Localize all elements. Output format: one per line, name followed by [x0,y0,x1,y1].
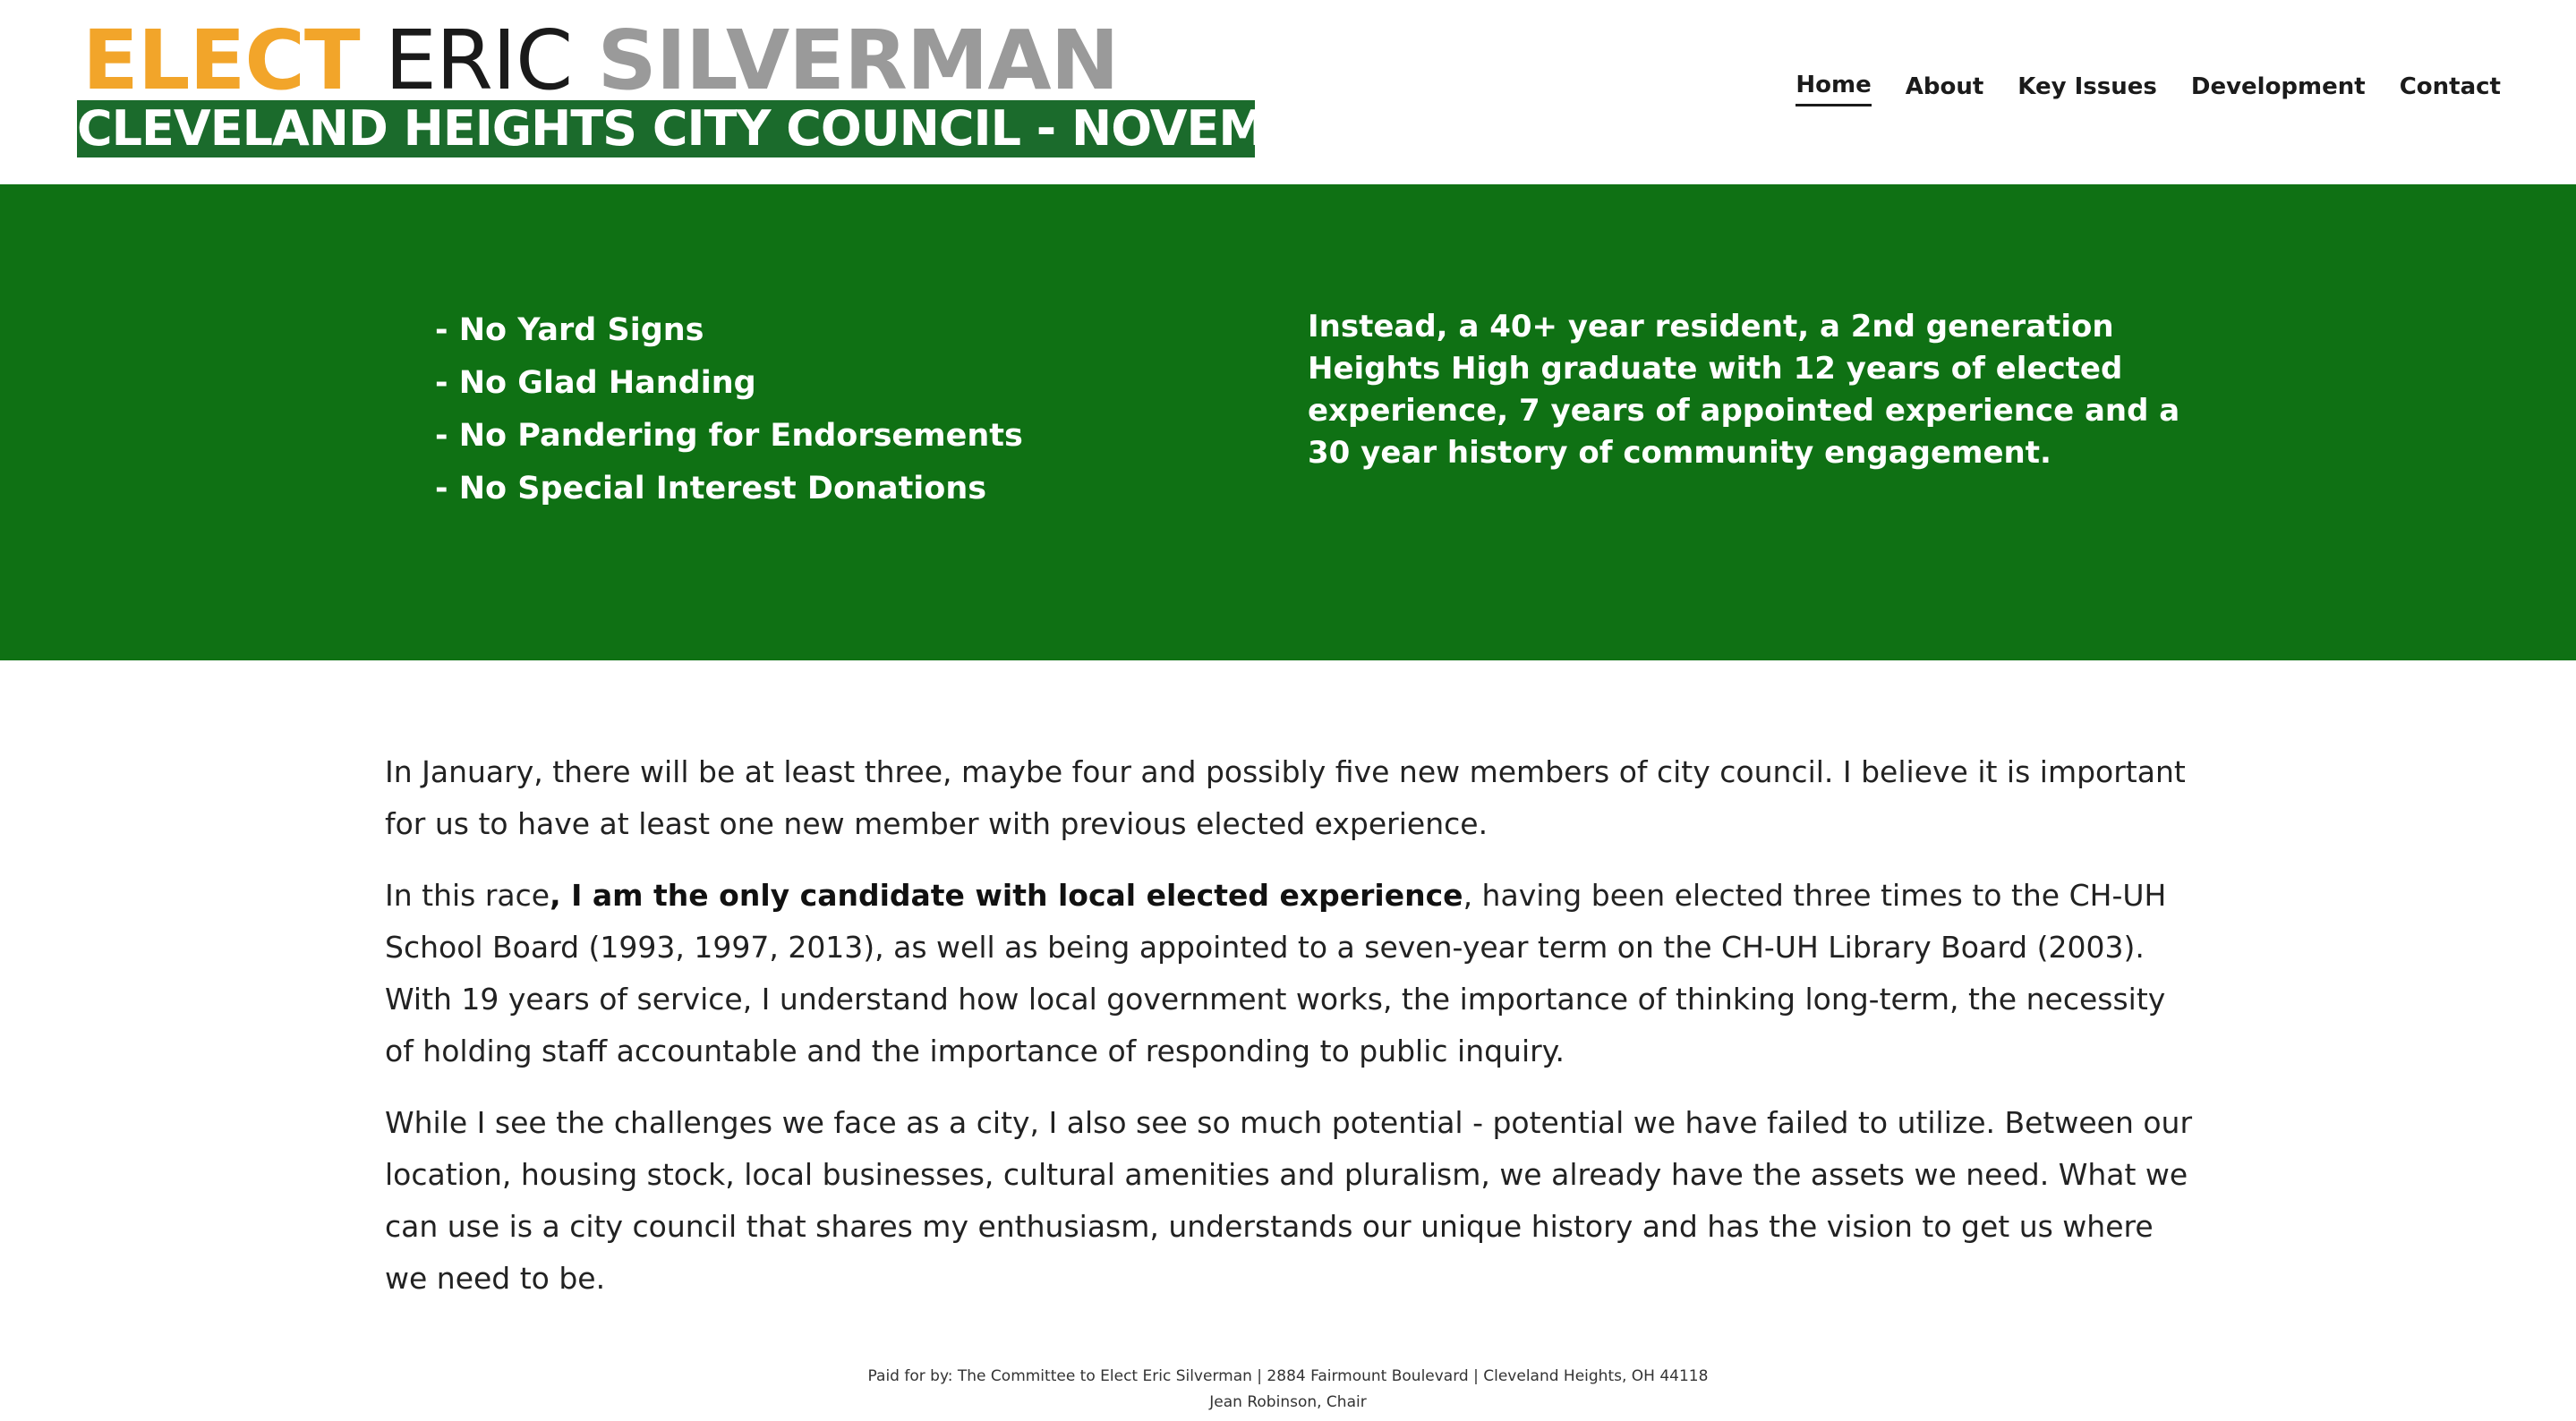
hero-list-item: - No Pandering for Endorsements [435,418,1023,454]
paragraph-experience-highlight: , I am the only candidate with local ele… [550,878,1463,913]
hero-band: - No Yard Signs - No Glad Handing - No P… [0,184,2576,660]
hero-list-item: - No Special Interest Donations [435,471,987,506]
main-nav: Home About Key Issues Development Contac… [1796,72,2501,106]
site-footer: Paid for by: The Committee to Elect Eric… [0,1364,2576,1416]
main-content: In January, there will be at least three… [385,746,2193,1324]
nav-item-development[interactable]: Development [2191,73,2366,106]
hero-no-list: - No Yard Signs - No Glad Handing - No P… [435,304,1023,515]
paragraph-intro: In January, there will be at least three… [385,754,2186,841]
logo-eric-text: ERIC [384,13,573,108]
logo-elect-text: ELECT [82,13,361,108]
site-header: ELECT ERIC SILVERMAN CLEVELAND HEIGHTS C… [0,0,2576,184]
logo-silverman-text: SILVERMAN [597,13,1120,108]
paragraph-experience: In this race, I am the only candidate wi… [385,870,2193,1077]
nav-item-home[interactable]: Home [1796,72,1872,106]
hero-statement: Instead, a 40+ year resident, a 2nd gene… [1308,309,2180,471]
logo-title: ELECT ERIC SILVERMAN [82,13,1120,108]
paragraph-vision: While I see the challenges we face as a … [385,1105,2193,1296]
nav-item-about[interactable]: About [1906,73,1984,106]
hero-list-item: - No Glad Handing [435,365,756,401]
footer-chair: Jean Robinson, Chair [1209,1393,1367,1411]
logo-banner: CLEVELAND HEIGHTS CITY COUNCIL - NOVEMBE… [77,100,1255,157]
nav-item-contact[interactable]: Contact [2400,73,2501,106]
nav-item-key-issues[interactable]: Key Issues [2017,73,2157,106]
paragraph-experience-lead: In this race [385,878,550,913]
footer-disclaimer: Paid for by: The Committee to Elect Eric… [867,1367,1709,1385]
hero-list-item: - No Yard Signs [435,312,704,348]
